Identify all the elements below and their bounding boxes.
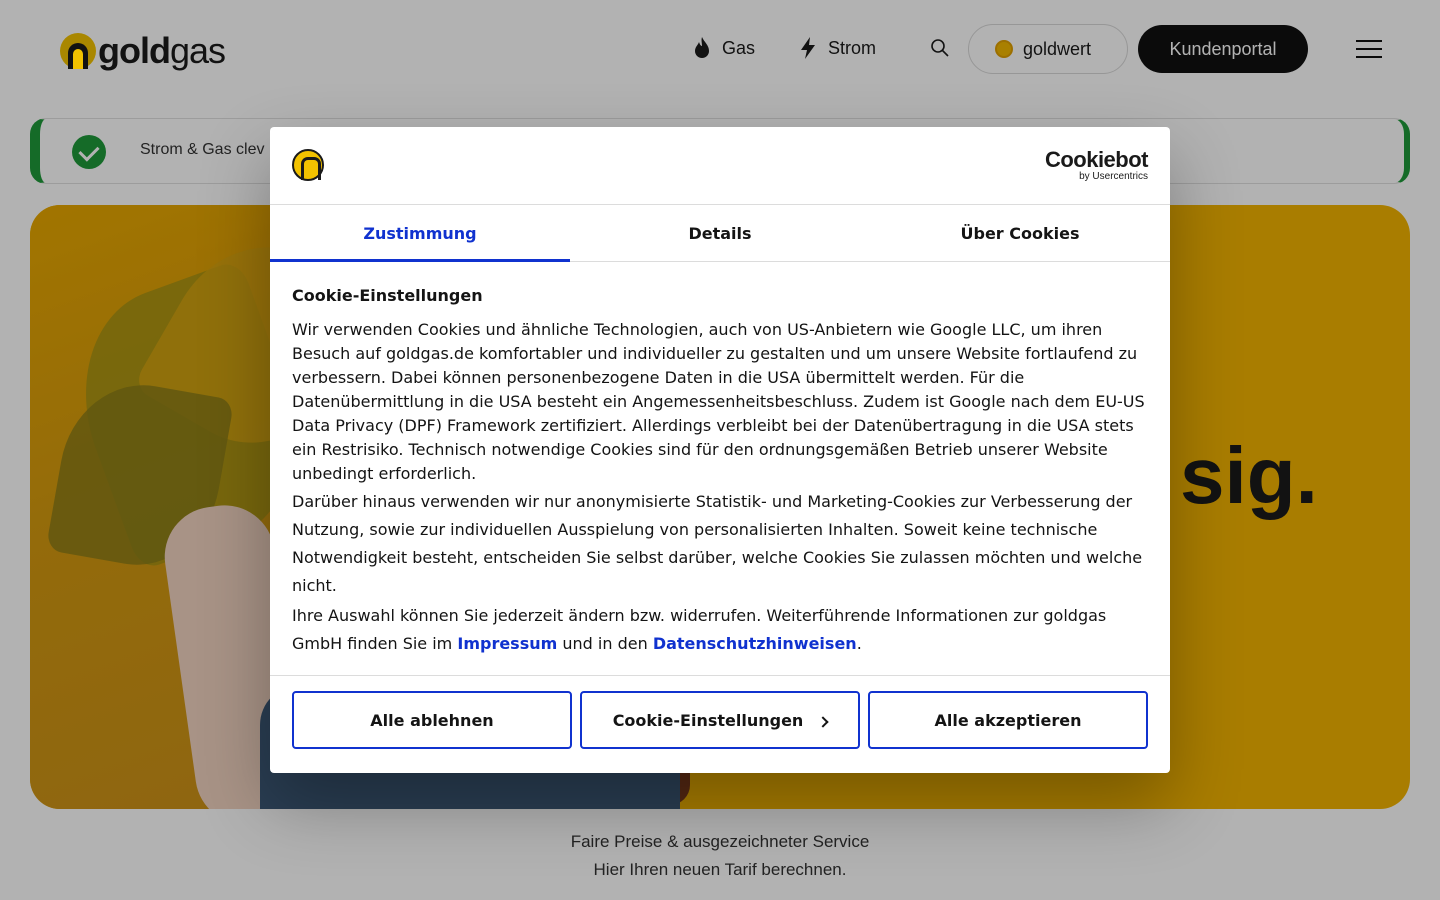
- datenschutz-link[interactable]: Datenschutzhinweisen: [653, 634, 857, 653]
- dialog-paragraph-1: Wir verwenden Cookies und ähnliche Techn…: [292, 320, 1145, 483]
- impressum-link[interactable]: Impressum: [457, 634, 557, 653]
- tab-zustimmung[interactable]: Zustimmung: [270, 205, 570, 262]
- dialog-footer: Alle ablehnen Cookie-Einstellungen Alle …: [270, 675, 1170, 773]
- accept-all-button[interactable]: Alle akzeptieren: [868, 691, 1148, 749]
- dialog-heading: Cookie-Einstellungen: [292, 286, 483, 305]
- cookie-settings-button[interactable]: Cookie-Einstellungen: [580, 691, 860, 749]
- dialog-paragraph-3: Ihre Auswahl können Sie jederzeit ändern…: [292, 606, 1107, 653]
- cookiebot-brand-sub: by Usercentrics: [1079, 171, 1148, 182]
- tab-details[interactable]: Details: [570, 205, 870, 261]
- cookie-consent-dialog: Cookiebot by Usercentrics Zustimmung Det…: [270, 127, 1170, 773]
- reject-all-button[interactable]: Alle ablehnen: [292, 691, 572, 749]
- dialog-paragraph-2: Darüber hinaus verwenden wir nur anonymi…: [292, 492, 1143, 595]
- dialog-body: Cookie-Einstellungen Wir verwenden Cooki…: [292, 286, 1148, 658]
- cookiebot-logo: Cookiebot by Usercentrics: [1044, 147, 1149, 183]
- dialog-tabs: Zustimmung Details Über Cookies: [270, 204, 1170, 262]
- tab-ueber-cookies[interactable]: Über Cookies: [870, 205, 1170, 261]
- cookiebot-brand: Cookiebot: [1044, 147, 1149, 172]
- goldgas-logo-icon: [292, 149, 324, 181]
- chevron-right-icon: [817, 716, 829, 728]
